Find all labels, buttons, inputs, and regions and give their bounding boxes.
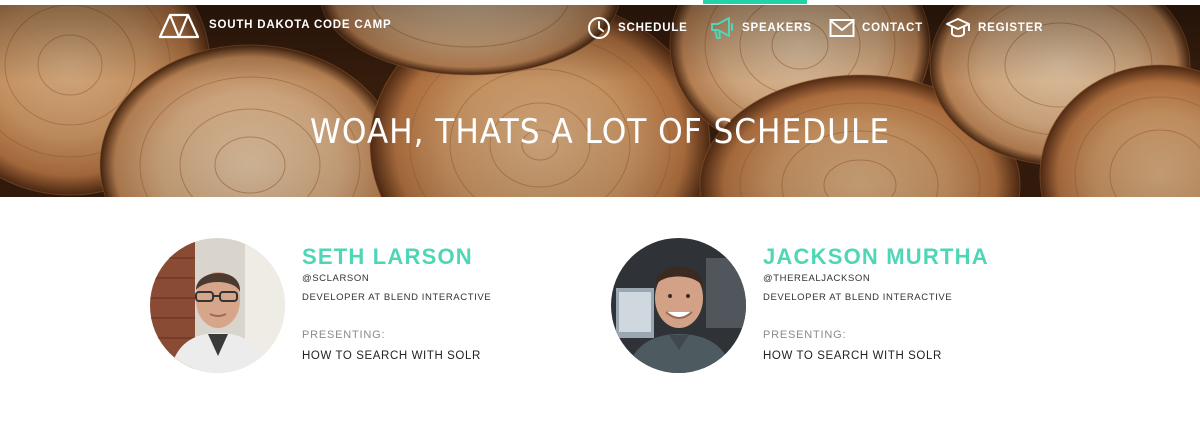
speaker-role: DEVELOPER AT BLEND INTERACTIVE [763,292,953,303]
speaker-name: SETH LARSON [302,244,473,269]
speaker-info: JACKSON MURTHA @THEREALJACKSON DEVELOPER… [763,238,989,373]
nav-label-register: REGISTER [978,22,1044,34]
brand-logo-link[interactable]: SOUTH DAKOTA CODE CAMP [157,10,391,40]
nav-label-speakers: SPEAKERS [742,22,812,34]
speaker-handle: @SCLARSON [302,273,370,284]
nav-label-contact: CONTACT [862,22,923,34]
presenting-label: PRESENTING: [302,329,386,341]
presenting-label: PRESENTING: [763,329,847,341]
speaker-card: JACKSON MURTHA @THEREALJACKSON DEVELOPER… [611,238,989,373]
nav-item-speakers[interactable]: SPEAKERS [709,14,812,42]
active-nav-indicator [703,0,807,4]
speaker-name: JACKSON MURTHA [763,244,989,269]
talk-title-link[interactable]: HOW TO SEARCH WITH SOLR [763,350,989,362]
speaker-card: SETH LARSON @SCLARSON DEVELOPER AT BLEND… [150,238,491,373]
nav-item-schedule[interactable]: SCHEDULE [587,14,688,42]
graduation-cap-icon [946,18,970,38]
brand-name: SOUTH DAKOTA CODE CAMP [209,19,392,31]
clock-icon [588,17,610,39]
talk-title-link[interactable]: HOW TO SEARCH WITH SOLR [302,350,491,362]
avatar [150,238,285,373]
megaphone-icon [711,17,733,39]
nav-item-contact[interactable]: CONTACT [829,14,923,42]
speaker-role: DEVELOPER AT BLEND INTERACTIVE [302,292,492,303]
speaker-handle: @THEREALJACKSON [763,273,871,284]
avatar [611,238,746,373]
nav-item-register[interactable]: REGISTER [945,14,1043,42]
tent-icon [158,13,200,39]
page-title: WOAH, THATS A LOT OF SCHEDULE [309,112,891,152]
envelope-icon [829,19,855,37]
nav-label-schedule: SCHEDULE [618,22,688,34]
speaker-info: SETH LARSON @SCLARSON DEVELOPER AT BLEND… [302,238,491,373]
